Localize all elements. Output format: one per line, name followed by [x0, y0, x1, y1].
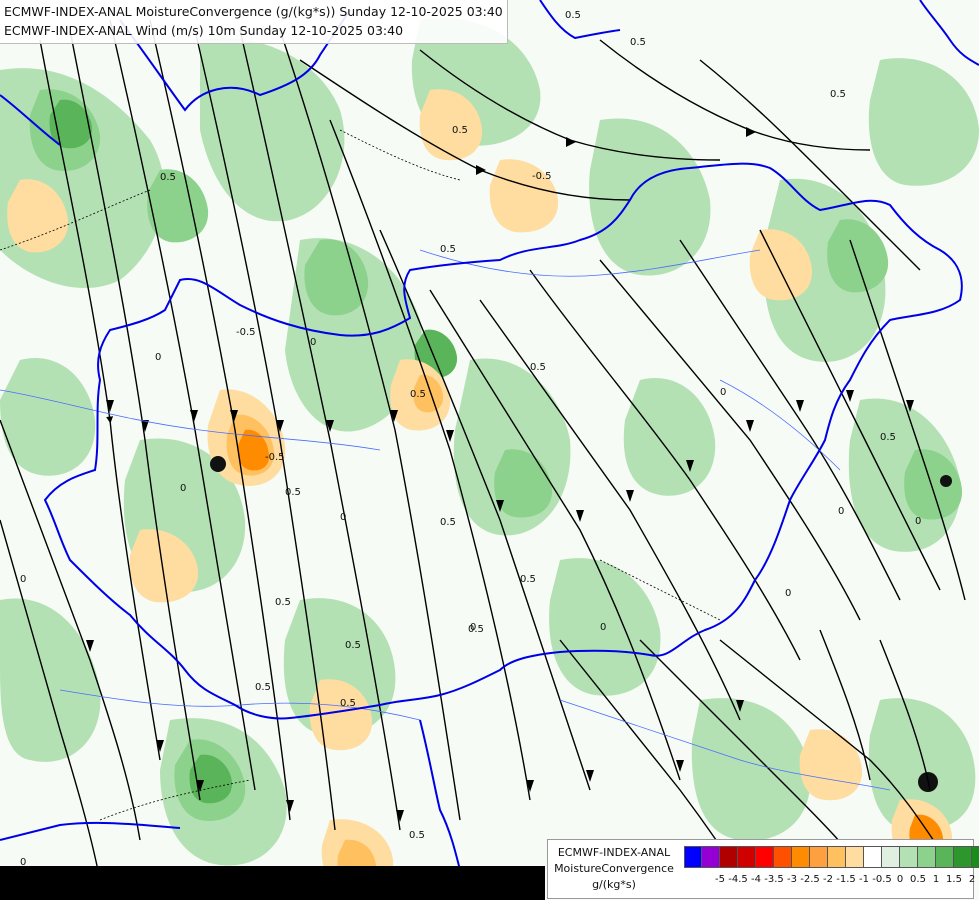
legend-tick-label: -2.5	[800, 874, 820, 885]
contour-label: 0.5	[880, 432, 896, 443]
contour-label: 0.5	[520, 574, 536, 585]
zero-label: 0	[600, 622, 606, 633]
legend-swatch	[756, 846, 774, 868]
contour-label: 0.5	[830, 89, 846, 100]
legend-swatch	[774, 846, 792, 868]
contour-label: 0.5	[160, 172, 176, 183]
contour-label: 0.5	[345, 640, 361, 651]
legend-tick-label: -2	[823, 874, 833, 885]
legend-swatch-row	[684, 846, 979, 868]
legend-swatch	[792, 846, 810, 868]
map-title-box: ECMWF-INDEX-ANAL MoistureConvergence (g/…	[0, 0, 508, 44]
contour-label: -0.5	[532, 171, 552, 182]
contour-label: -0.5	[265, 452, 285, 463]
bottom-shadow-band	[0, 866, 545, 900]
contour-label: 0.5	[440, 517, 456, 528]
contour-label: -0.5	[236, 327, 256, 338]
contour-label: 0.5	[630, 37, 646, 48]
zero-label: 0	[720, 387, 726, 398]
legend-swatch	[864, 846, 882, 868]
contour-label: 0.5	[452, 125, 468, 136]
legend-swatch	[954, 846, 972, 868]
legend-swatch	[936, 846, 954, 868]
legend-tick-label: -1.5	[836, 874, 856, 885]
color-legend: ECMWF-INDEX-ANAL MoistureConvergence g/(…	[547, 839, 979, 899]
contour-label: 0.5	[340, 698, 356, 709]
legend-swatch	[720, 846, 738, 868]
contour-label: 0.5	[255, 682, 271, 693]
zero-label: 0	[155, 352, 161, 363]
zero-label: 0	[838, 506, 844, 517]
legend-tick-label: -3	[787, 874, 797, 885]
contour-label: 0.5	[285, 487, 301, 498]
contour-label: 0.5	[275, 597, 291, 608]
zero-label: 0	[340, 512, 346, 523]
legend-tick-label: -3.5	[764, 874, 784, 885]
legend-tick-label: -4.5	[728, 874, 748, 885]
legend-tick-label: -1	[859, 874, 869, 885]
contour-label: 0.5	[440, 244, 456, 255]
legend-swatch	[738, 846, 756, 868]
legend-swatch	[882, 846, 900, 868]
contour-label: 0.5	[409, 830, 425, 841]
legend-tick-label: 1	[932, 874, 940, 885]
map-title-wind: ECMWF-INDEX-ANAL Wind (m/s) 10m Sunday 1…	[4, 23, 404, 38]
legend-tick-label: 1.5	[946, 874, 962, 885]
legend-variable-label: MoistureConvergence	[554, 862, 674, 875]
contour-label: 0.5	[530, 362, 546, 373]
legend-swatch	[900, 846, 918, 868]
zero-label: 0	[915, 516, 921, 527]
legend-swatch	[918, 846, 936, 868]
map-title-moisture: ECMWF-INDEX-ANAL MoistureConvergence (g/…	[4, 4, 503, 19]
contour-label: 0.5	[565, 10, 581, 21]
legend-tick-label: -5	[715, 874, 725, 885]
zero-label: 0	[785, 588, 791, 599]
zero-label: 0	[310, 337, 316, 348]
zero-label: 0	[470, 622, 476, 633]
zero-label: 0	[180, 483, 186, 494]
legend-tick-label: 0.5	[910, 874, 926, 885]
legend-model-label: ECMWF-INDEX-ANAL	[557, 846, 671, 859]
legend-swatch	[828, 846, 846, 868]
legend-swatch	[846, 846, 864, 868]
legend-tick-label: -0.5	[872, 874, 892, 885]
legend-swatch	[810, 846, 828, 868]
contour-label: 0.5	[410, 389, 426, 400]
zero-label: 0	[20, 574, 26, 585]
legend-tick-label: 2	[968, 874, 976, 885]
legend-swatch	[684, 846, 702, 868]
legend-tick-label: -4	[751, 874, 761, 885]
legend-tick-label: 0	[896, 874, 904, 885]
legend-unit-label: g/(kg*s)	[592, 878, 636, 891]
weather-map: 0.5 -0.5 0.5 0.5 0.5 0.5 0.5 -0.5 0.5 0.…	[0, 0, 979, 900]
legend-swatch	[702, 846, 720, 868]
legend-swatch	[972, 846, 979, 868]
